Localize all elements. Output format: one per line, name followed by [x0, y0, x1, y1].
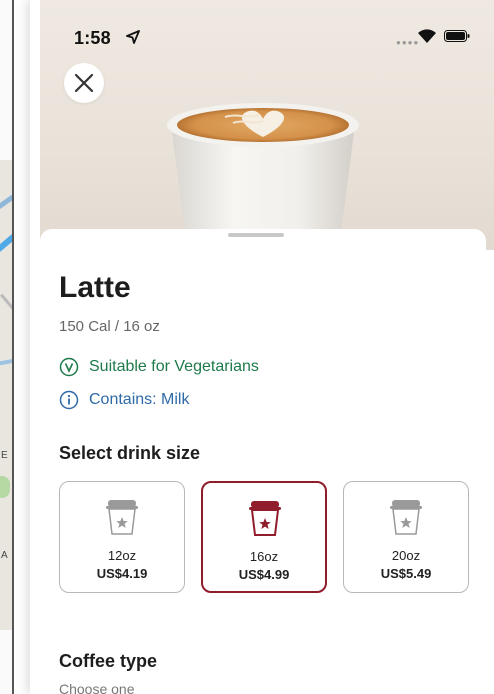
size-price: US$4.19 [96, 566, 148, 581]
size-label: 12oz [107, 548, 137, 563]
map-top-strip [0, 0, 12, 160]
size-price: US$5.49 [380, 566, 432, 581]
size-option-16oz[interactable]: 16oz US$4.99 [201, 481, 327, 593]
map-road [0, 234, 12, 252]
map-label: A [1, 550, 8, 561]
size-option-12oz[interactable]: 12oz US$4.19 [59, 481, 185, 593]
allergen-badge: Contains: Milk [59, 390, 189, 410]
battery-icon [444, 30, 470, 42]
status-bar: 1:58 ●●●● [40, 0, 494, 52]
vegetarian-label: Suitable for Vegetarians [89, 358, 259, 375]
cup-icon [390, 500, 422, 535]
size-label: 16oz [249, 549, 279, 564]
cup-icon [106, 500, 138, 535]
map-road [0, 358, 12, 366]
map-road [0, 194, 12, 211]
product-title: Latte [59, 271, 131, 304]
product-details-sheet: Latte 150 Cal / 16 oz Suitable for Veget… [40, 229, 486, 694]
product-hero-image: 1:58 ●●●● [40, 0, 494, 250]
wifi-icon [418, 29, 436, 43]
location-arrow-icon [126, 30, 140, 44]
info-icon [59, 390, 79, 410]
close-button[interactable] [64, 63, 104, 103]
latte-cup-image [167, 103, 359, 250]
size-label: 20oz [391, 548, 421, 563]
size-section-title: Select drink size [59, 443, 201, 463]
nutrition-info: 150 Cal / 16 oz [59, 318, 160, 335]
vegetarian-icon [59, 357, 79, 377]
allergen-label: Contains: Milk [89, 391, 190, 408]
map-park [0, 476, 10, 498]
sheet-drag-handle[interactable] [228, 233, 284, 237]
coffee-type-subtitle: Choose one [59, 681, 135, 694]
map-bottom-strip [0, 630, 12, 694]
product-detail-screen: 1:58 ●●●● Latte 150 Cal / 16 oz Suitable… [30, 0, 494, 694]
map-label: E [1, 450, 8, 461]
background-map-card: E A [0, 0, 14, 694]
close-icon [74, 73, 94, 93]
size-option-20oz[interactable]: 20oz US$5.49 [343, 481, 469, 593]
cup-icon [249, 501, 281, 536]
coffee-type-title: Coffee type [59, 651, 158, 671]
vegetarian-badge: Suitable for Vegetarians [59, 357, 259, 377]
map-road [0, 293, 12, 310]
status-time: 1:58 [74, 28, 111, 48]
size-price: US$4.99 [238, 567, 290, 582]
